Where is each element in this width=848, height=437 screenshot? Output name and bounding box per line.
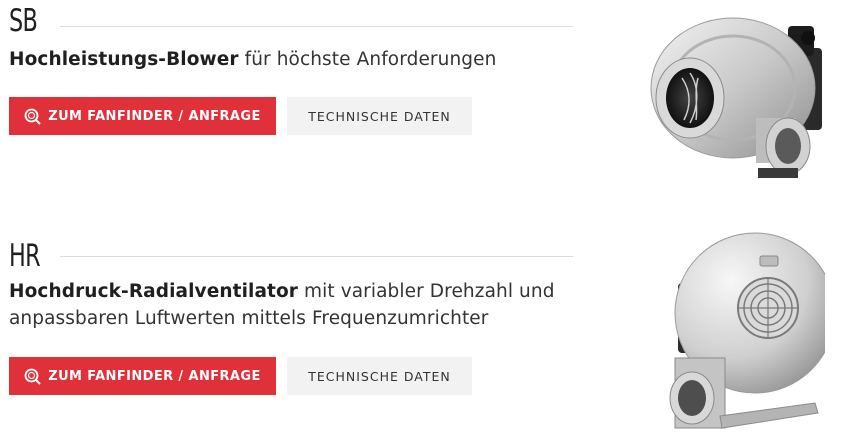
technical-data-button[interactable]: TECHNISCHE DATEN xyxy=(287,97,472,135)
product-code-row: HR xyxy=(9,241,52,272)
product-description: Hochleistungs-Blower für höchste Anforde… xyxy=(9,46,589,73)
technical-data-button[interactable]: TECHNISCHE DATEN xyxy=(287,357,472,395)
search-icon xyxy=(24,108,41,125)
product-code-row: SB xyxy=(9,6,48,37)
product-code: SB xyxy=(9,3,38,39)
product-card-hr: HR Hochdruck-Radialventilator mit variab… xyxy=(0,220,848,437)
product-code: HR xyxy=(9,238,41,274)
technical-data-button-label: TECHNISCHE DATEN xyxy=(308,368,451,384)
fanfinder-button-label: ZUM FANFINDER / ANFRAGE xyxy=(48,368,261,384)
hr-fan-image xyxy=(669,232,825,429)
product-card-sb: SB Hochleistungs-Blower für höchste Anfo… xyxy=(0,0,848,200)
sb-blower-image xyxy=(650,17,822,178)
product-title-bold: Hochdruck-Radialventilator xyxy=(9,281,299,302)
product-description: Hochdruck-Radialventilator mit variabler… xyxy=(9,278,589,332)
heading-divider xyxy=(60,26,573,27)
fanfinder-button[interactable]: ZUM FANFINDER / ANFRAGE xyxy=(9,357,276,395)
fanfinder-button[interactable]: ZUM FANFINDER / ANFRAGE xyxy=(9,97,276,135)
search-icon xyxy=(24,368,41,385)
product-title-bold: Hochleistungs-Blower xyxy=(9,49,239,70)
heading-divider xyxy=(60,256,573,257)
technical-data-button-label: TECHNISCHE DATEN xyxy=(308,108,451,124)
product-title-rest: für höchste Anforderungen xyxy=(238,49,497,70)
fanfinder-button-label: ZUM FANFINDER / ANFRAGE xyxy=(48,108,261,124)
